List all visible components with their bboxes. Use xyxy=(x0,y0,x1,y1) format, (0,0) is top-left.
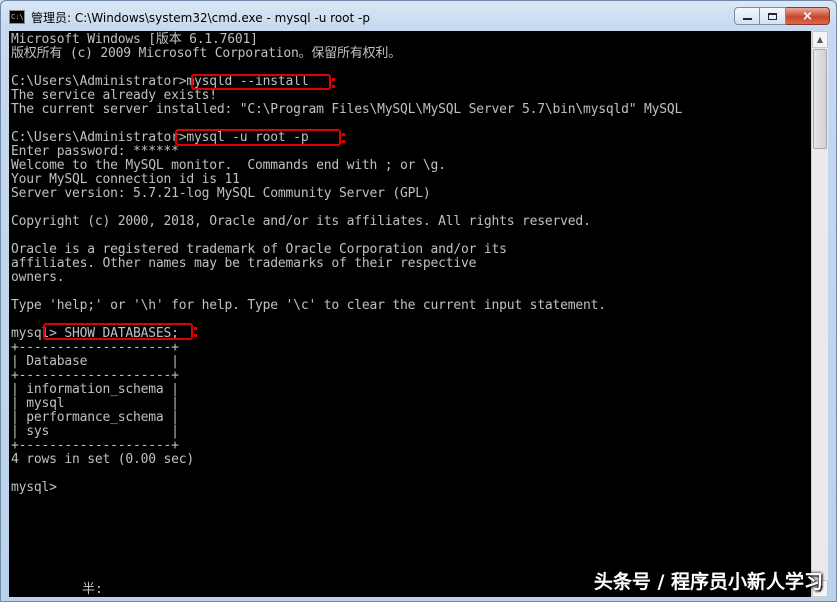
console-line: 4 rows in set (0.00 sec) xyxy=(11,452,195,467)
maximize-icon xyxy=(768,12,777,20)
window-controls: × xyxy=(734,7,830,26)
minimize-button[interactable] xyxy=(734,7,760,25)
console-line: 版权所有 (c) 2009 Microsoft Corporation。保留所有… xyxy=(11,46,402,61)
console-line: The current server installed: "C:\Progra… xyxy=(11,102,683,117)
watermark: 头条号 / 程序员小新人学习 xyxy=(593,571,823,593)
console-line: | Database | xyxy=(11,354,179,369)
cmd-icon[interactable]: C:\ xyxy=(9,10,25,24)
console-line: C:\Users\Administrator>mysqld --install xyxy=(11,74,309,89)
scroll-thumb[interactable] xyxy=(813,49,827,149)
maximize-button[interactable] xyxy=(760,7,786,25)
console-line: affiliates. Other names may be trademark… xyxy=(11,256,477,271)
close-button[interactable]: × xyxy=(786,7,830,25)
console-line: Your MySQL connection id is 11 xyxy=(11,172,240,187)
console-line: owners. xyxy=(11,270,65,285)
console-line: Server version: 5.7.21-log MySQL Communi… xyxy=(11,186,431,201)
vertical-scrollbar[interactable]: ▲ ▼ xyxy=(811,31,828,597)
console-line: | performance_schema | xyxy=(11,410,179,425)
console-line: Microsoft Windows [版本 6.1.7601] xyxy=(11,32,258,47)
console-line: | sys | xyxy=(11,424,179,439)
console-line: | mysql | xyxy=(11,396,179,411)
console-line: Type 'help;' or '\h' for help. Type '\c'… xyxy=(11,298,606,313)
scroll-up-icon[interactable]: ▲ xyxy=(812,31,828,48)
cmd-window: C:\ 管理员: C:\Windows\system32\cmd.exe - m… xyxy=(0,0,837,602)
console-line: +--------------------+ xyxy=(11,340,179,355)
window-title: 管理员: C:\Windows\system32\cmd.exe - mysql… xyxy=(31,11,370,25)
console-line: +--------------------+ xyxy=(11,438,179,453)
console-line: Enter password: ****** xyxy=(11,144,179,159)
console-lines: Microsoft Windows [版本 6.1.7601] 版权所有 (c) … xyxy=(11,33,682,495)
minimize-icon xyxy=(742,18,752,20)
console-line: Welcome to the MySQL monitor. Commands e… xyxy=(11,158,446,173)
console-line: mysql> xyxy=(11,480,57,495)
console-line: Copyright (c) 2000, 2018, Oracle and/or … xyxy=(11,214,591,229)
highlight-mysql-login xyxy=(175,129,345,146)
console-line: | information_schema | xyxy=(11,382,179,397)
console-output[interactable]: Microsoft Windows [版本 6.1.7601] 版权所有 (c) … xyxy=(9,31,811,597)
console-line: Oracle is a registered trademark of Orac… xyxy=(11,242,507,257)
highlight-mysqld-install xyxy=(191,74,335,90)
close-icon: × xyxy=(802,8,813,24)
title-bar[interactable]: C:\ 管理员: C:\Windows\system32\cmd.exe - m… xyxy=(1,1,836,31)
console-line: C:\Users\Administrator>mysql -u root -p xyxy=(11,130,309,145)
console-line: The service already exists! xyxy=(11,88,217,103)
console-line: +--------------------+ xyxy=(11,368,179,383)
highlight-show-databases xyxy=(43,323,197,340)
ime-status: 半: xyxy=(82,582,103,597)
